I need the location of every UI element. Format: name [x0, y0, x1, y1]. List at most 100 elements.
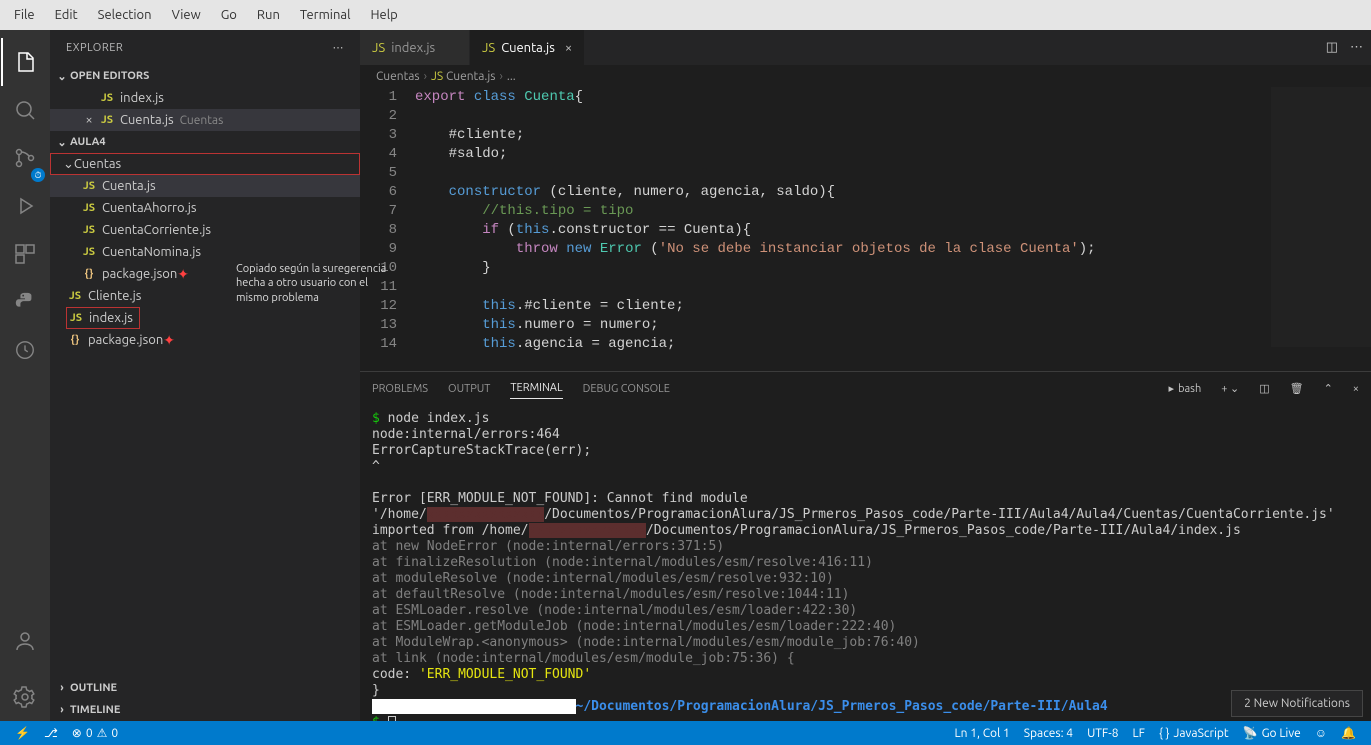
more-icon[interactable]: ⋯	[1350, 40, 1363, 55]
sidebar-more-icon[interactable]: ⋯	[333, 41, 345, 54]
editor-area: JSindex.js JSCuenta.js× ◫ ⋯ Cuentas› JS …	[360, 30, 1371, 721]
split-terminal-icon[interactable]: ◫	[1259, 382, 1269, 395]
js-icon: JS	[66, 290, 84, 302]
terminal-shell-select[interactable]: ▸ bash	[1169, 382, 1202, 395]
code-content[interactable]: export class Cuenta{ #cliente; #saldo; c…	[415, 87, 1371, 371]
js-icon: JS	[67, 312, 85, 324]
panel-tab-debug[interactable]: DEBUG CONSOLE	[583, 379, 670, 399]
tab-bar: JSindex.js JSCuenta.js× ◫ ⋯	[360, 30, 1371, 65]
breadcrumbs[interactable]: Cuentas› JS Cuenta.js› ...	[360, 65, 1371, 87]
tab-actions: ◫ ⋯	[1326, 30, 1371, 65]
status-errors[interactable]: ⊗ 0 ⚠ 0	[65, 726, 125, 740]
status-bell[interactable]: 🔔	[1334, 726, 1363, 740]
activity-search[interactable]	[1, 86, 49, 134]
open-editor-item[interactable]: JSindex.js	[50, 87, 360, 109]
annotation-star-icon: ✦	[163, 332, 175, 349]
activity-scm[interactable]: ⏱	[1, 134, 49, 182]
file-item[interactable]: JSCuentaCorriente.js	[50, 219, 360, 241]
js-icon: JS	[372, 41, 385, 55]
folder-cuentas[interactable]: ⌄Cuentas	[50, 153, 360, 175]
close-icon[interactable]: ×	[565, 41, 572, 55]
code-editor[interactable]: 1234567891011121314 export class Cuenta{…	[360, 87, 1371, 371]
activity-python[interactable]	[1, 278, 49, 326]
menu-view[interactable]: View	[162, 4, 211, 26]
status-feedback[interactable]: ☺	[1308, 726, 1334, 740]
tab-index[interactable]: JSindex.js	[360, 30, 470, 65]
json-icon: {}	[80, 268, 98, 280]
chevron-right-icon: ›	[54, 704, 70, 716]
sidebar-title: EXPLORER	[66, 42, 123, 54]
status-encoding[interactable]: UTF-8	[1080, 727, 1125, 740]
new-terminal-icon[interactable]: + ⌄	[1221, 382, 1239, 395]
activity-extensions[interactable]	[1, 230, 49, 278]
file-item[interactable]: JSindex.js	[66, 307, 140, 329]
status-language[interactable]: { } JavaScript	[1152, 727, 1236, 740]
menu-run[interactable]: Run	[247, 4, 290, 26]
panel: PROBLEMS OUTPUT TERMINAL DEBUG CONSOLE ▸…	[360, 371, 1371, 721]
status-remote[interactable]: ⚡	[8, 726, 37, 740]
status-branch[interactable]: ⎇	[37, 726, 65, 740]
line-gutter: 1234567891011121314	[360, 87, 415, 371]
chevron-down-icon: ⌄	[54, 70, 70, 83]
menu-go[interactable]: Go	[211, 4, 247, 26]
annotation-text: Copiado según la suregerencia hecha a ot…	[236, 262, 396, 305]
notification-toast[interactable]: 2 New Notifications	[1231, 690, 1363, 717]
file-item[interactable]: JSCuentaAhorro.js	[50, 197, 360, 219]
split-editor-icon[interactable]: ◫	[1326, 40, 1338, 55]
js-icon: JS	[98, 114, 116, 126]
minimap[interactable]	[1271, 87, 1371, 347]
status-bar: ⚡ ⎇ ⊗ 0 ⚠ 0 Ln 1, Col 1 Spaces: 4 UTF-8 …	[0, 721, 1371, 745]
activity-liveshare[interactable]	[1, 326, 49, 374]
kill-terminal-icon[interactable]: 🗑	[1290, 382, 1304, 395]
js-icon: JS	[80, 180, 98, 192]
js-icon: JS	[431, 70, 443, 83]
open-editor-item[interactable]: ×JSCuenta.jsCuentas	[50, 109, 360, 131]
workspace-tree: ⌄Cuentas JSCuenta.js JSCuentaAhorro.js J…	[50, 153, 360, 351]
menu-edit[interactable]: Edit	[45, 4, 88, 26]
scm-badge-icon: ⏱	[31, 168, 45, 182]
chevron-down-icon: ⌄	[54, 136, 70, 149]
menu-selection[interactable]: Selection	[88, 4, 162, 26]
close-icon[interactable]: ×	[80, 113, 98, 127]
activity-account[interactable]	[1, 617, 49, 665]
activity-bar: ⏱	[0, 30, 50, 721]
outline-header[interactable]: ›OUTLINE	[50, 677, 360, 699]
activity-settings[interactable]	[1, 673, 49, 721]
js-icon: JS	[80, 202, 98, 214]
workspace-header[interactable]: ⌄AULA4	[50, 131, 360, 153]
file-item[interactable]: JSCuenta.js	[50, 175, 360, 197]
timeline-header[interactable]: ›TIMELINE	[50, 699, 360, 721]
panel-tab-output[interactable]: OUTPUT	[448, 379, 490, 399]
open-editors-header[interactable]: ⌄OPEN EDITORS	[50, 65, 360, 87]
menu-help[interactable]: Help	[360, 4, 407, 26]
terminal-output[interactable]: $ node index.js node:internal/errors:464…	[360, 405, 1371, 721]
panel-tab-terminal[interactable]: TERMINAL	[510, 378, 562, 399]
status-spaces[interactable]: Spaces: 4	[1017, 727, 1080, 740]
annotation-star-icon: ✦	[177, 266, 189, 283]
chevron-down-icon: ⌄	[63, 157, 74, 172]
status-golive[interactable]: 📡 Go Live	[1236, 726, 1308, 740]
panel-tab-problems[interactable]: PROBLEMS	[372, 379, 428, 399]
file-item[interactable]: JSCuentaNomina.js	[50, 241, 360, 263]
close-panel-icon[interactable]: ×	[1353, 383, 1359, 395]
file-item[interactable]: {}package.json✦	[50, 329, 360, 351]
menu-terminal[interactable]: Terminal	[290, 4, 361, 26]
maximize-panel-icon[interactable]: ⌃	[1324, 382, 1333, 395]
json-icon: {}	[66, 334, 84, 346]
menubar: File Edit Selection View Go Run Terminal…	[0, 0, 1371, 30]
status-eol[interactable]: LF	[1126, 727, 1152, 740]
panel-tabs: PROBLEMS OUTPUT TERMINAL DEBUG CONSOLE ▸…	[360, 372, 1371, 405]
js-icon: JS	[482, 41, 495, 55]
activity-debug[interactable]	[1, 182, 49, 230]
tab-cuenta[interactable]: JSCuenta.js×	[470, 30, 585, 65]
chevron-right-icon: ›	[54, 682, 70, 694]
js-icon: JS	[98, 92, 116, 104]
menu-file[interactable]: File	[4, 4, 45, 26]
sidebar: EXPLORER ⋯ ⌄OPEN EDITORS JSindex.js ×JSC…	[50, 30, 360, 721]
js-icon: JS	[80, 246, 98, 258]
activity-explorer[interactable]	[1, 38, 49, 86]
open-editors-tree: JSindex.js ×JSCuenta.jsCuentas	[50, 87, 360, 131]
sidebar-header: EXPLORER ⋯	[50, 30, 360, 65]
js-icon: JS	[80, 224, 98, 236]
status-lncol[interactable]: Ln 1, Col 1	[948, 727, 1017, 740]
